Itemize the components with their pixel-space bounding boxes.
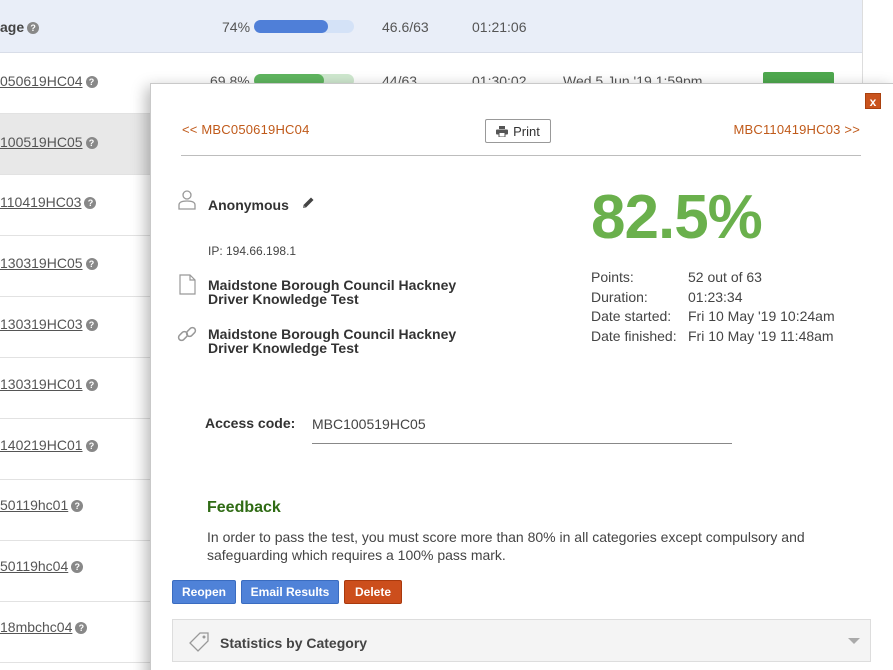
statistics-by-category-panel[interactable]: Statistics by Category [172,619,871,662]
row-code[interactable]: 130319HC05? [0,255,98,271]
test-name: Maidstone Borough Council Hackney Driver … [208,277,457,307]
linked-test-name: Maidstone Borough Council Hackney Driver … [208,326,457,356]
access-code-field[interactable]: MBC100519HC05 [312,416,426,432]
pencil-icon[interactable] [301,196,315,210]
row-code[interactable]: 130319HC03? [0,316,98,332]
user-icon [178,190,196,210]
tag-icon [189,632,209,652]
row-code[interactable]: 130319HC01? [0,376,98,392]
stat-duration: Duration: 01:23:34 [591,288,743,305]
help-icon[interactable]: ? [85,440,98,452]
feedback-text: In order to pass the test, you must scor… [207,529,805,563]
link-icon [177,326,197,342]
progress-fill [254,20,328,33]
ip-address: IP: 194.66.198.1 [208,244,297,258]
row-percent: 74% [222,19,251,35]
chevron-down-icon[interactable] [848,638,860,644]
row-code[interactable]: 50119hc01? [0,497,84,513]
previous-result-link[interactable]: << MBC050619HC04 [182,122,310,137]
row-points: 46.6/63 [382,19,429,35]
result-details-modal: x << MBC050619HC04 Print MBC110419HC03 >… [150,83,893,670]
result-stats: Points: 52 out of 63 Duration: 01:23:34 Da… [591,268,835,347]
reopen-button[interactable]: Reopen [172,580,236,604]
help-icon[interactable]: ? [85,379,98,391]
delete-button[interactable]: Delete [344,580,402,604]
row-code[interactable]: 140219HC01? [0,437,98,453]
row-code[interactable]: 110419HC03? [0,194,97,210]
row-code[interactable]: 050619HC04? [0,73,98,89]
row-time: 01:21:06 [472,19,527,35]
printer-icon [496,125,509,137]
document-icon [179,274,196,295]
help-icon[interactable]: ? [85,137,98,149]
help-icon[interactable]: ? [27,22,40,34]
help-icon[interactable]: ? [85,258,98,270]
header-divider [181,155,861,156]
email-results-button[interactable]: Email Results [241,580,339,604]
print-button[interactable]: Print [485,119,551,143]
print-label: Print [513,123,540,139]
access-code-label: Access code: [205,415,296,431]
help-icon[interactable]: ? [84,197,97,209]
statistics-panel-title: Statistics by Category [220,635,368,651]
help-icon[interactable]: ? [71,561,84,573]
stat-date-started: Date started: Fri 10 May '19 10:24am [591,308,835,325]
help-icon[interactable]: ? [75,622,88,634]
help-icon[interactable]: ? [85,319,98,331]
help-icon[interactable]: ? [85,76,98,88]
table-row-average: age? 74% 46.6/63 01:21:06 [0,0,862,53]
row-code[interactable]: 50119hc04? [0,558,84,574]
row-label: age? [0,19,40,35]
row-code[interactable]: 18mbchc04? [0,619,88,635]
progress-bar [254,20,354,33]
next-result-link[interactable]: MBC110419HC03 >> [733,122,860,137]
row-code[interactable]: 100519HC05? [0,134,98,150]
close-button[interactable]: x [865,93,881,109]
help-icon[interactable]: ? [71,500,84,512]
score-percentage: 82.5% [591,183,763,252]
access-code-underline [312,443,732,444]
stat-date-finished: Date finished: Fri 10 May '19 11:48am [591,328,834,345]
user-name: Anonymous [208,197,289,213]
feedback-title: Feedback [207,499,281,516]
stat-points: Points: 52 out of 63 [591,269,762,285]
